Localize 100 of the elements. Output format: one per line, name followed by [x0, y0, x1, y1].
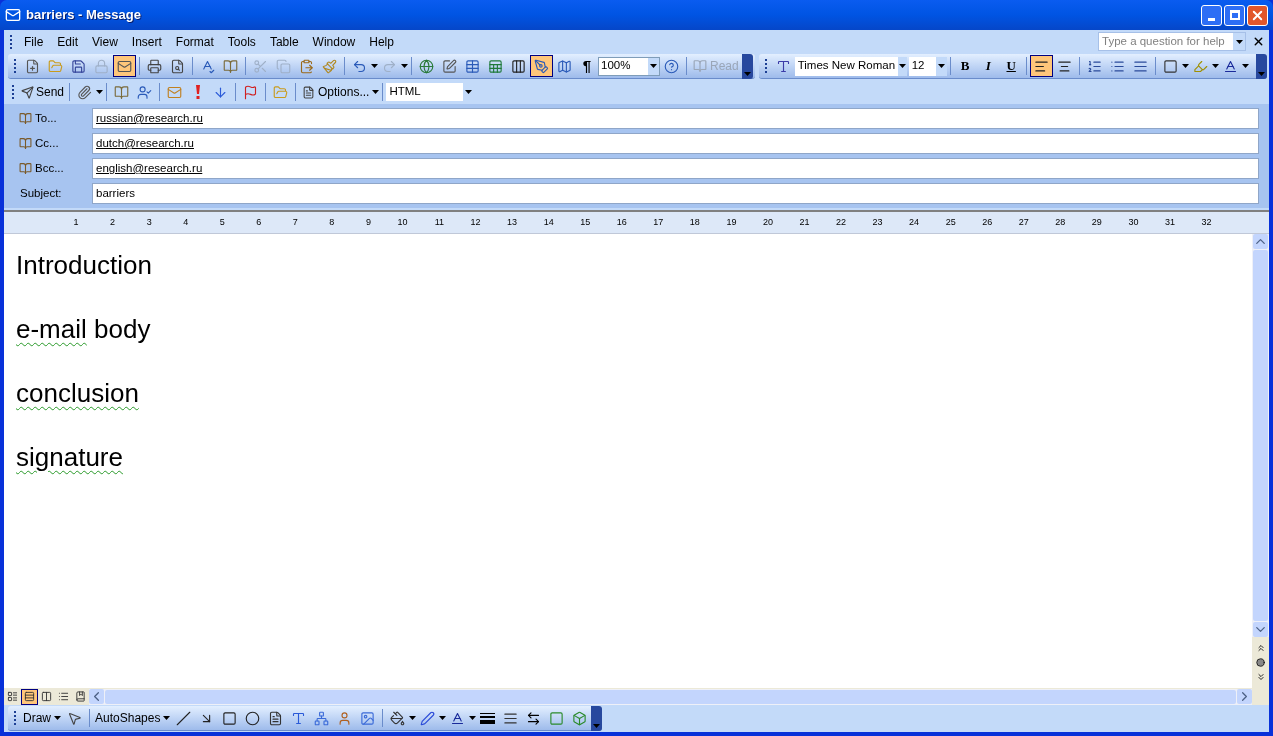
toolbar-options-button[interactable]: [1256, 53, 1267, 79]
address-field[interactable]: russian@research.ru: [92, 108, 1259, 129]
email-address: dutch@research.ru: [96, 135, 194, 151]
ruler-number: 3: [145, 215, 153, 229]
toolbar-options-button[interactable]: [591, 705, 603, 731]
subject-field[interactable]: barriers: [92, 183, 1259, 204]
paste-icon: [299, 58, 314, 74]
select-objects-icon: [67, 710, 82, 726]
message-icon: [5, 7, 21, 23]
line-color-icon: [420, 710, 436, 726]
ruler-number: 9: [364, 215, 372, 229]
toolbar-options-button[interactable]: [741, 53, 753, 79]
ruler-number: 13: [506, 215, 519, 229]
previous-page-icon[interactable]: [1255, 643, 1266, 653]
ruler-number: 28: [1054, 215, 1067, 229]
close-document-icon[interactable]: [1252, 35, 1265, 48]
open-icon: [48, 58, 63, 74]
address-button[interactable]: Cc...: [14, 134, 92, 153]
ruler-number: 7: [291, 215, 299, 229]
align-left-icon: [1033, 58, 1049, 74]
body-paragraph: Introduction: [16, 250, 153, 281]
overflow-icon: [1258, 71, 1265, 76]
3d-icon: [572, 710, 588, 726]
font-size-dropdown[interactable]: 12: [908, 56, 947, 76]
bullets-icon: [1109, 58, 1125, 74]
autoshapes-button[interactable]: AutoShapes: [93, 707, 173, 729]
ruler-number: 10: [396, 215, 409, 229]
help-search-field[interactable]: Type a question for help: [1098, 32, 1246, 51]
minimize-button[interactable]: [1201, 4, 1222, 26]
undo-icon: [352, 58, 367, 74]
toolbar-grip-icon[interactable]: [12, 85, 15, 99]
columns-icon: [511, 58, 526, 74]
font-color-icon: [450, 710, 466, 726]
scroll-up-icon[interactable]: [1253, 234, 1268, 249]
scroll-down-icon[interactable]: [1253, 622, 1268, 637]
email-button[interactable]: [113, 55, 136, 77]
font-dropdown[interactable]: Times New Roman: [794, 56, 907, 76]
check-names-icon: [137, 84, 153, 100]
toolbar-grip-icon[interactable]: [14, 59, 17, 73]
maximize-button[interactable]: [1224, 4, 1245, 26]
align-left-button[interactable]: [1029, 55, 1053, 77]
menu-item[interactable]: View: [85, 31, 125, 52]
address-field[interactable]: english@research.ru: [92, 158, 1259, 179]
menu-item[interactable]: Table: [262, 31, 306, 52]
menu-item[interactable]: Insert: [124, 31, 169, 52]
help-icon: [664, 58, 679, 74]
show-formatting-button[interactable]: ¶: [576, 55, 598, 77]
drawing-icon: [534, 58, 549, 74]
address-button[interactable]: Bcc...: [14, 159, 92, 178]
address-button[interactable]: To...: [14, 109, 92, 128]
send-button[interactable]: Send: [19, 81, 67, 103]
caret-icon: [1211, 64, 1219, 68]
text-style-button[interactable]: U: [999, 55, 1023, 77]
caret-icon: [1181, 64, 1189, 68]
caret-icon: [371, 64, 378, 68]
draw-menu-button[interactable]: Draw: [21, 707, 63, 729]
toolbar-grip-icon[interactable]: [764, 59, 768, 73]
drawing-button[interactable]: [530, 55, 553, 77]
toolbar-grip-icon[interactable]: [10, 34, 13, 49]
email-address: russian@research.ru: [96, 110, 203, 126]
document-icon: [302, 85, 316, 99]
caret-icon: [465, 90, 473, 94]
document-map-icon: [557, 58, 572, 74]
print-layout-icon: [41, 691, 52, 702]
toolbar-grip-icon[interactable]: [14, 711, 17, 725]
email-icon: [117, 58, 132, 74]
scroll-right-icon[interactable]: [1237, 689, 1252, 704]
next-page-icon[interactable]: [1255, 672, 1266, 682]
text-style-button[interactable]: B: [953, 55, 977, 77]
address-field[interactable]: dutch@research.ru: [92, 133, 1259, 154]
scroll-thumb[interactable]: [1253, 250, 1268, 621]
body-paragraph: e-mail body: [16, 314, 152, 345]
font-color-icon: [1222, 58, 1238, 74]
menu-item[interactable]: Help: [362, 31, 401, 52]
menu-item[interactable]: Edit: [50, 31, 86, 52]
vertical-scrollbar[interactable]: [1252, 234, 1269, 688]
ruler-number: 1: [72, 215, 80, 229]
close-button[interactable]: [1247, 4, 1268, 26]
oval-icon: [245, 710, 261, 726]
menu-item[interactable]: File: [17, 31, 51, 52]
message-format-dropdown[interactable]: HTML: [386, 83, 475, 101]
options-button[interactable]: Options...: [299, 81, 373, 103]
menu-item[interactable]: Format: [168, 31, 221, 52]
ruler-number: 12: [469, 215, 482, 229]
book-icon: [693, 59, 707, 73]
menu-item[interactable]: Tools: [220, 31, 263, 52]
fill-color-icon: [390, 710, 406, 726]
scroll-left-icon[interactable]: [89, 689, 104, 704]
zoom-dropdown[interactable]: 100%: [598, 56, 660, 76]
web-layout-icon: [24, 691, 35, 702]
ruler-number: 4: [182, 215, 190, 229]
caret-icon: [409, 716, 417, 720]
web-layout-button[interactable]: [21, 688, 38, 705]
copy-icon: [276, 58, 291, 74]
text-style-button[interactable]: I: [976, 55, 1000, 77]
browse-object-icon[interactable]: [1256, 658, 1265, 667]
ruler-number: 11: [433, 215, 445, 229]
overflow-icon: [593, 723, 601, 728]
print-preview-icon: [170, 58, 185, 74]
menu-item[interactable]: Window: [305, 31, 363, 52]
